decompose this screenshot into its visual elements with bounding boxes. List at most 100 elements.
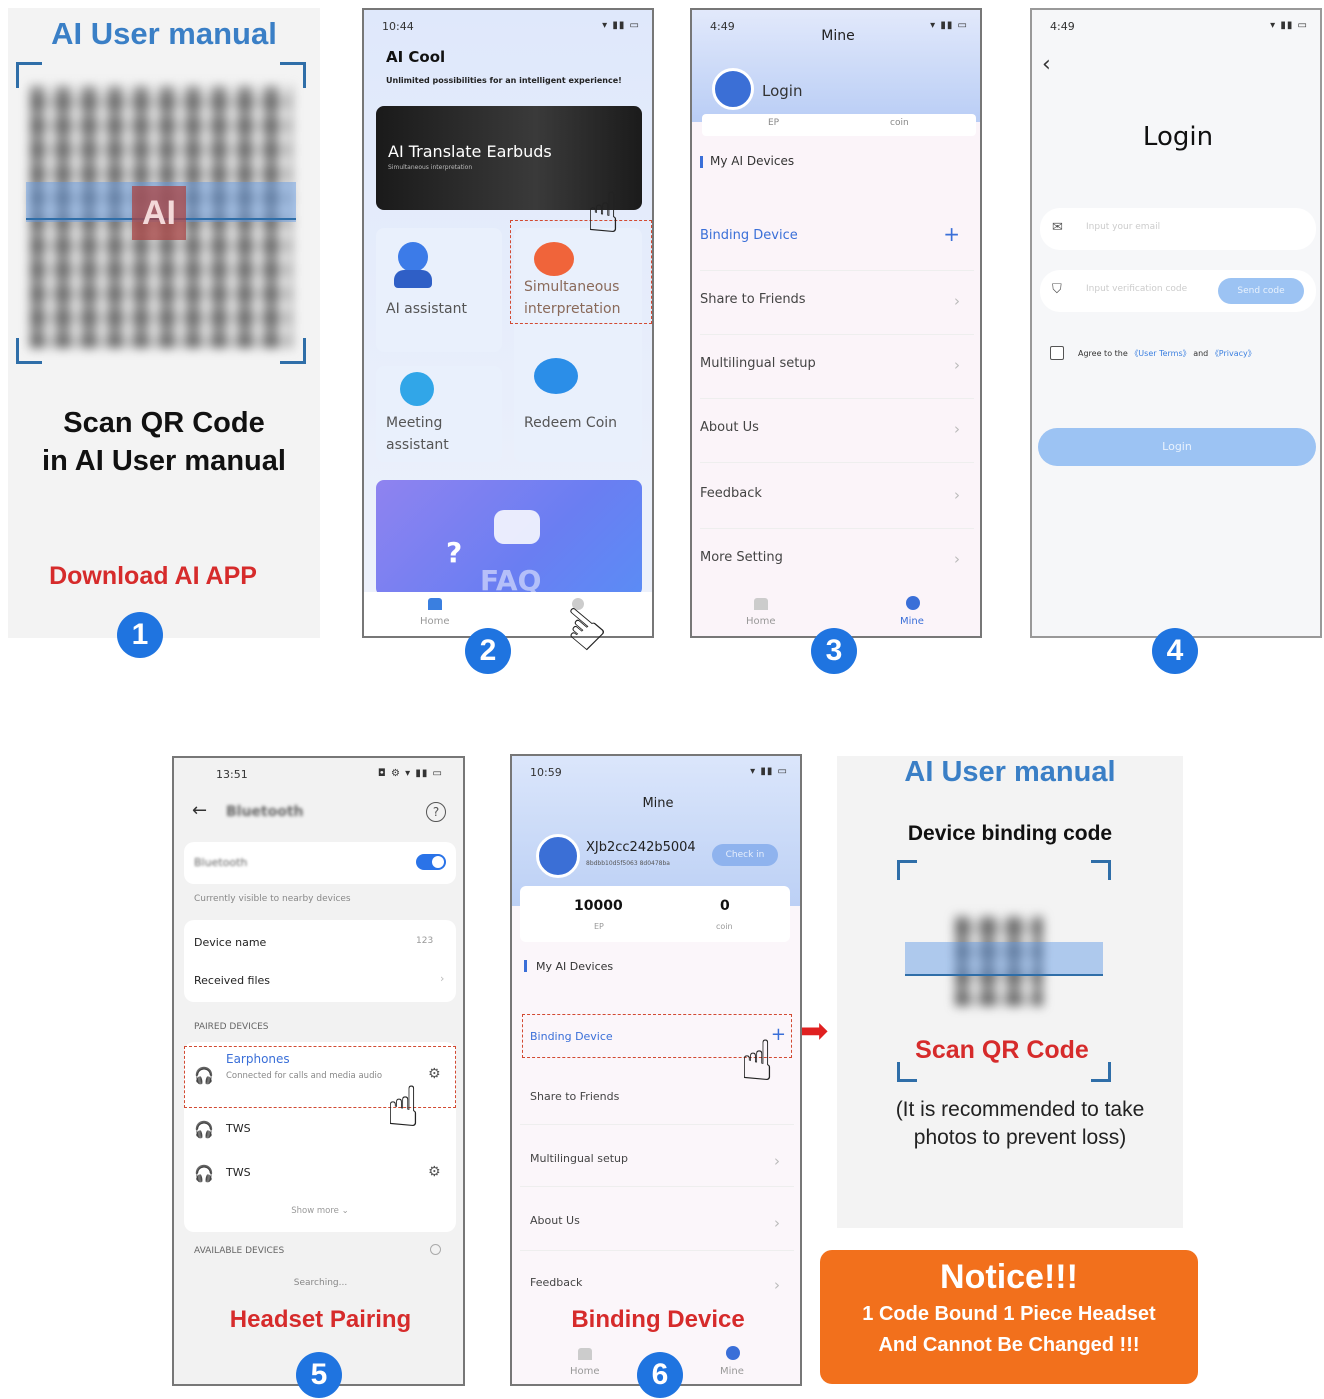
status-icons: ▾ ▮▮ ▭ xyxy=(1270,20,1308,31)
panel-title: AI User manual xyxy=(904,756,1116,788)
searching-text: Searching... xyxy=(293,1278,348,1288)
divider xyxy=(520,1124,794,1125)
scan-line xyxy=(905,974,1103,976)
scan-highlight xyxy=(905,942,1103,976)
show-more-link[interactable]: Show more ⌄ xyxy=(184,1206,456,1216)
feedback-item[interactable]: Feedback › xyxy=(700,486,974,504)
status-icons: ▾ ▮▮ ▭ xyxy=(750,766,788,777)
notice-box: Notice!!! 1 Code Bound 1 Piece Headset A… xyxy=(820,1250,1198,1384)
email-field[interactable]: ✉ Input your email xyxy=(1040,208,1316,250)
coin-label: coin xyxy=(890,118,909,128)
user-terms-link[interactable]: 《User Terms》 xyxy=(1130,349,1190,358)
home-icon[interactable] xyxy=(754,598,768,610)
tab-home-label[interactable]: Home xyxy=(746,616,776,627)
verification-code-field[interactable]: ⛉ Input verification code Send code xyxy=(1040,270,1316,312)
user-id: 8bdbb10d5f5063 8d0478ba xyxy=(586,860,670,867)
help-icon[interactable]: ? xyxy=(426,802,446,822)
login-button[interactable]: Login xyxy=(1038,428,1316,466)
received-files-label[interactable]: Received files xyxy=(194,974,270,987)
tab-home-label[interactable]: Home xyxy=(420,616,450,627)
faq-banner[interactable]: ? FAQ xyxy=(376,480,642,597)
shield-icon: ⛉ xyxy=(1052,282,1062,297)
about-us-item[interactable]: About Us › xyxy=(530,1214,794,1232)
menu-label: Share to Friends xyxy=(530,1090,620,1103)
notice-line2: And Cannot Be Changed !!! xyxy=(878,1334,1140,1356)
share-friends-item[interactable]: Share to Friends › xyxy=(700,292,974,310)
tws-device-name[interactable]: TWS xyxy=(226,1122,251,1135)
feedback-item[interactable]: Feedback › xyxy=(530,1276,794,1294)
menu-label: About Us xyxy=(530,1214,580,1227)
home-screen-phone: 10:44 ▾ ▮▮ ▭ AI Cool Unlimited possibili… xyxy=(362,8,654,638)
mine-icon[interactable] xyxy=(726,1346,740,1360)
send-code-button[interactable]: Send code xyxy=(1218,278,1304,304)
app-subtitle: Unlimited possibilities for an intellige… xyxy=(386,76,622,85)
menu-label: Feedback xyxy=(530,1276,583,1289)
ai-assistant-tile[interactable]: AI assistant xyxy=(376,228,502,352)
scan-frame-corner xyxy=(16,62,42,88)
headphones-icon: 🎧 xyxy=(194,1120,214,1139)
gear-icon[interactable]: ⚙ xyxy=(428,1164,441,1180)
tile-label: AI assistant xyxy=(386,301,467,317)
divider xyxy=(520,1250,794,1251)
code-placeholder: Input verification code xyxy=(1086,284,1188,294)
binding-device-item[interactable]: Binding Device + xyxy=(700,222,974,246)
redeem-coin-tile[interactable]: Redeem Coin xyxy=(514,338,642,462)
assistant-icon xyxy=(398,242,428,272)
tws-device-name[interactable]: TWS xyxy=(226,1166,251,1179)
status-icons: ▾ ▮▮ ▭ xyxy=(602,20,640,31)
bluetooth-toggle-row: Bluetooth xyxy=(184,842,456,884)
more-setting-item[interactable]: More Setting › xyxy=(700,550,974,568)
chat-bubble-icon xyxy=(494,510,540,544)
menu-label: Share to Friends xyxy=(700,292,806,307)
back-arrow-icon[interactable]: ‹ xyxy=(1042,52,1051,77)
meeting-assistant-tile[interactable]: Meeting assistant xyxy=(376,366,502,462)
tile-label-line2: assistant xyxy=(386,437,449,453)
visibility-text: Currently visible to nearby devices xyxy=(194,894,351,904)
device-name-label[interactable]: Device name xyxy=(194,936,266,949)
section-marker xyxy=(700,156,703,168)
step-badge-2: 2 xyxy=(465,628,511,674)
chevron-right-icon: › xyxy=(440,972,445,985)
stats-card: 10000 EP 0 coin xyxy=(520,886,790,942)
privacy-link[interactable]: 《Privacy》 xyxy=(1211,349,1256,358)
recommendation-line1: (It is recommended to take xyxy=(895,1098,1145,1121)
agree-prefix: Agree to the xyxy=(1078,349,1128,358)
tab-home-label[interactable]: Home xyxy=(570,1366,600,1377)
chevron-right-icon: › xyxy=(954,356,960,374)
mine-icon[interactable] xyxy=(906,596,920,610)
page-title: Bluetooth xyxy=(226,804,304,820)
multilingual-item[interactable]: Multilingual setup › xyxy=(700,356,974,374)
back-arrow-icon[interactable]: ← xyxy=(192,800,207,821)
scan-instruction-line2: in AI User manual xyxy=(42,445,286,477)
home-icon[interactable] xyxy=(578,1348,592,1360)
check-in-button[interactable]: Check in xyxy=(712,844,778,866)
qr-logo: AI xyxy=(132,186,186,240)
tab-mine-label[interactable]: Mine xyxy=(720,1366,744,1377)
login-link[interactable]: Login xyxy=(762,82,802,100)
username: XJb2cc242b5004 xyxy=(586,840,696,855)
plus-icon[interactable]: + xyxy=(943,222,960,246)
about-us-item[interactable]: About Us › xyxy=(700,420,974,438)
step-badge-4: 4 xyxy=(1152,628,1198,674)
home-icon[interactable] xyxy=(428,598,442,610)
question-icon: ? xyxy=(446,536,463,569)
binding-code-label: Device binding code xyxy=(907,822,1113,845)
toggle-knob xyxy=(432,856,444,868)
login-screen-phone: 4:49 ▾ ▮▮ ▭ ‹ Login ✉ Input your email ⛉… xyxy=(1030,8,1322,638)
menu-label: More Setting xyxy=(700,550,783,565)
tab-mine-label[interactable]: Mine xyxy=(900,616,924,627)
avatar[interactable] xyxy=(712,68,754,110)
mail-icon: ✉ xyxy=(1052,220,1063,235)
divider xyxy=(520,1186,794,1187)
bluetooth-toggle[interactable] xyxy=(416,854,446,870)
red-arrow-icon: ➡ xyxy=(800,1011,829,1051)
scan-frame-corner xyxy=(897,860,917,880)
avatar[interactable] xyxy=(536,834,580,878)
step-badge-3: 3 xyxy=(811,628,857,674)
agree-checkbox[interactable] xyxy=(1050,346,1064,360)
scan-frame-corner xyxy=(280,62,306,88)
page-title: Mine xyxy=(821,28,855,44)
multilingual-item[interactable]: Multilingual setup › xyxy=(530,1152,794,1170)
paired-devices-header: PAIRED DEVICES xyxy=(194,1022,269,1032)
notice-title: Notice!!! xyxy=(940,1258,1078,1296)
